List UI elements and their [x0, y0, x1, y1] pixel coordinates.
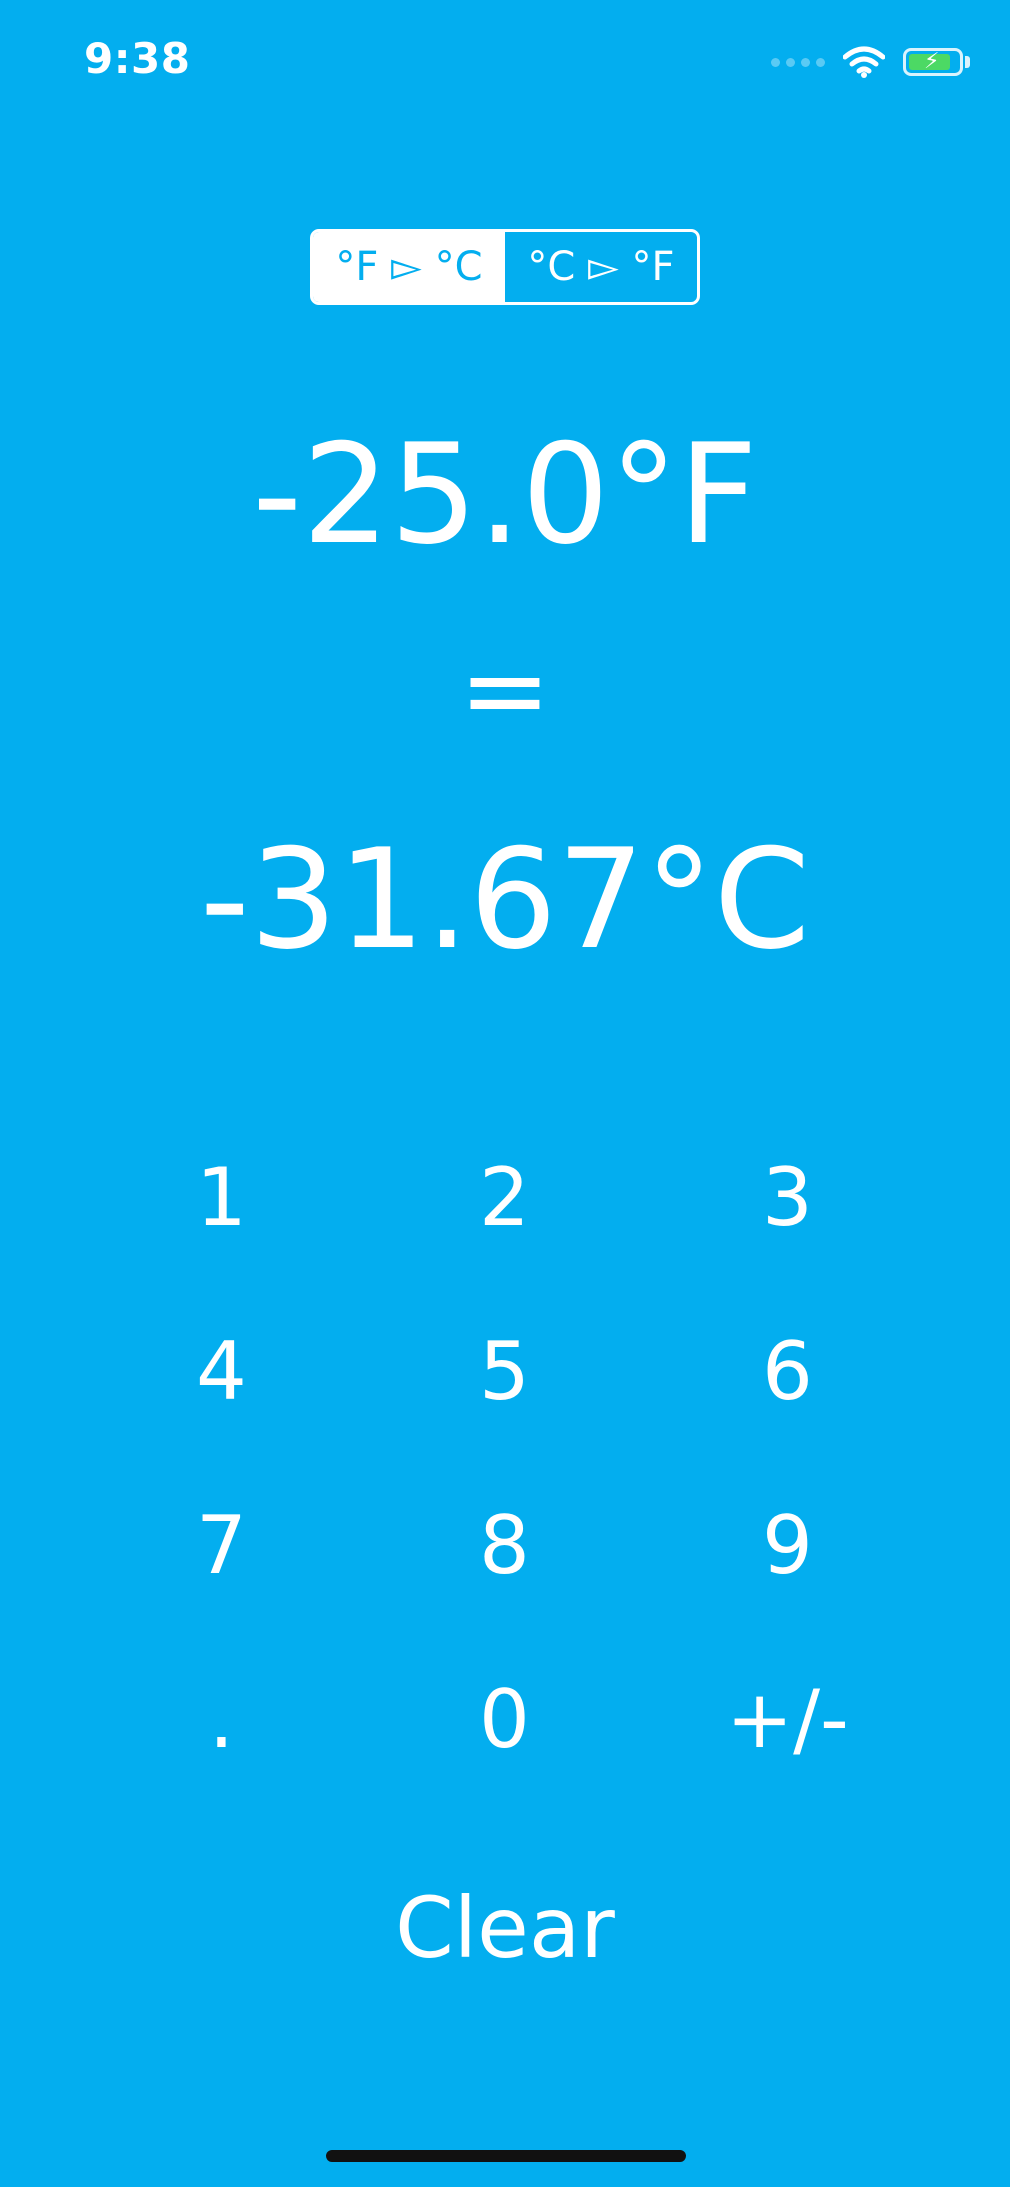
mode-c-to-f-segment[interactable]: °C ▻ °F	[505, 232, 697, 302]
key-2[interactable]: 2	[363, 1110, 646, 1284]
wifi-icon	[843, 46, 885, 78]
status-time: 9:38	[84, 34, 191, 83]
key-5[interactable]: 5	[363, 1284, 646, 1458]
clear-button[interactable]: Clear	[355, 1868, 655, 1988]
mode-f-to-c-segment[interactable]: °F ▻ °C	[313, 232, 505, 302]
signal-dots-icon	[771, 57, 825, 67]
keypad: 1 2 3 4 5 6 7 8 9 . 0 +/-	[80, 1110, 930, 1806]
key-plus-minus[interactable]: +/-	[646, 1632, 929, 1806]
status-icons: ⚡	[771, 44, 970, 80]
conversion-mode-toggle[interactable]: °F ▻ °C °C ▻ °F	[310, 229, 700, 305]
key-7[interactable]: 7	[80, 1458, 363, 1632]
output-value-display: -31.67°C	[199, 819, 811, 980]
key-9[interactable]: 9	[646, 1458, 929, 1632]
key-8[interactable]: 8	[363, 1458, 646, 1632]
home-indicator[interactable]	[326, 2150, 686, 2162]
input-value-display: -25.0°F	[252, 414, 758, 575]
battery-charging-icon: ⚡	[903, 48, 970, 76]
key-decimal[interactable]: .	[80, 1632, 363, 1806]
key-0[interactable]: 0	[363, 1632, 646, 1806]
key-4[interactable]: 4	[80, 1284, 363, 1458]
key-6[interactable]: 6	[646, 1284, 929, 1458]
key-1[interactable]: 1	[80, 1110, 363, 1284]
equals-sign: =	[458, 626, 552, 754]
key-3[interactable]: 3	[646, 1110, 929, 1284]
